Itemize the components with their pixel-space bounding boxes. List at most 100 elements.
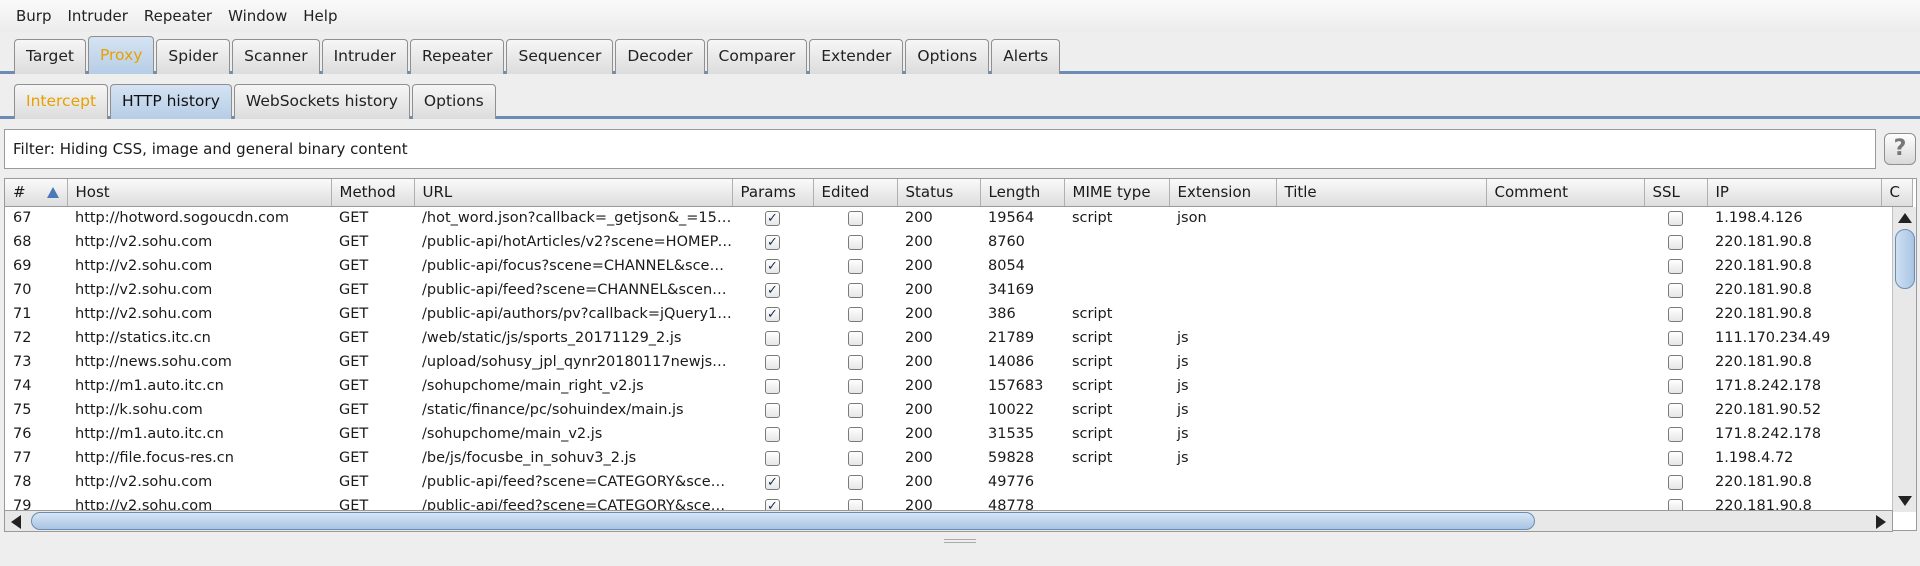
params-checkbox[interactable]: ✓ — [765, 306, 780, 322]
vertical-scroll-thumb[interactable] — [1895, 229, 1915, 289]
filter-bar[interactable]: Filter: Hiding CSS, image and general bi… — [4, 129, 1876, 169]
params-checkbox[interactable] — [765, 330, 780, 346]
ssl-checkbox[interactable] — [1668, 450, 1683, 466]
col-method[interactable]: Method — [331, 179, 415, 207]
table-row[interactable]: 72 http://statics.itc.cn GET/web/static/js… — [5, 326, 1912, 350]
scroll-left-icon[interactable] — [11, 515, 21, 529]
params-checkbox[interactable]: ✓ — [765, 210, 780, 226]
params-checkbox[interactable]: ✓ — [765, 474, 780, 490]
col-edited[interactable]: Edited — [813, 179, 898, 207]
tab-scanner[interactable]: Scanner — [232, 39, 320, 74]
params-checkbox[interactable]: ✓ — [765, 282, 780, 298]
menu-intruder[interactable]: Intruder — [60, 0, 136, 32]
col-cookies[interactable]: C — [1881, 179, 1913, 207]
col-ssl[interactable]: SSL — [1644, 179, 1708, 207]
edited-checkbox[interactable] — [847, 402, 863, 418]
table-row[interactable]: 69 http://v2.sohu.com GET/public-api/focus… — [5, 254, 1912, 278]
ssl-checkbox[interactable] — [1668, 474, 1683, 490]
scroll-right-icon[interactable] — [1876, 515, 1886, 529]
tab-proxy[interactable]: Proxy — [87, 36, 155, 74]
col-length[interactable]: Length — [980, 179, 1065, 207]
ssl-checkbox[interactable] — [1668, 402, 1683, 418]
edited-checkbox[interactable] — [847, 474, 863, 490]
horizontal-scroll-thumb[interactable] — [31, 512, 1535, 530]
subtab-options[interactable]: Options — [411, 84, 496, 119]
table-row[interactable]: 77 http://file.focus-res.cn GET/be/js/focu… — [5, 446, 1912, 470]
params-checkbox[interactable]: ✓ — [765, 234, 780, 250]
params-checkbox[interactable] — [765, 426, 780, 442]
edited-checkbox[interactable] — [847, 210, 863, 226]
ssl-checkbox[interactable] — [1668, 378, 1683, 394]
col-comment[interactable]: Comment — [1486, 179, 1645, 207]
table-row[interactable]: 70 http://v2.sohu.com GET/public-api/feed?… — [5, 278, 1912, 302]
table-row[interactable]: 78 http://v2.sohu.com GET/public-api/feed?… — [5, 470, 1912, 494]
params-checkbox[interactable] — [765, 450, 780, 466]
table-row[interactable]: 76 http://m1.auto.itc.cn GET/sohupchome/ma… — [5, 422, 1912, 446]
edited-checkbox[interactable] — [847, 330, 863, 346]
scroll-down-icon[interactable] — [1898, 496, 1912, 506]
edited-checkbox[interactable] — [847, 282, 863, 298]
tab-sequencer[interactable]: Sequencer — [506, 39, 614, 74]
params-checkbox[interactable] — [765, 378, 780, 394]
col-status[interactable]: Status — [897, 179, 981, 207]
edited-checkbox[interactable] — [847, 258, 863, 274]
col-params[interactable]: Params — [732, 179, 814, 207]
table-row[interactable]: 74 http://m1.auto.itc.cn GET/sohupchome/ma… — [5, 374, 1912, 398]
ssl-checkbox[interactable] — [1668, 258, 1683, 274]
row-edited — [813, 230, 897, 254]
menu-repeater[interactable]: Repeater — [136, 0, 220, 32]
tab-options[interactable]: Options — [905, 39, 990, 74]
row-comment — [1486, 350, 1644, 374]
col-ip[interactable]: IP — [1707, 179, 1882, 207]
edited-checkbox[interactable] — [847, 378, 863, 394]
table-row[interactable]: 68 http://v2.sohu.com GET/public-api/hotAr… — [5, 230, 1912, 254]
row-length: 386 — [988, 306, 1016, 322]
ssl-checkbox[interactable] — [1668, 330, 1683, 346]
tab-repeater[interactable]: Repeater — [410, 39, 505, 74]
ssl-checkbox[interactable] — [1668, 354, 1683, 370]
table-row[interactable]: 73 http://news.sohu.com GET/upload/sohusy_… — [5, 350, 1912, 374]
tab-target[interactable]: Target — [14, 39, 86, 74]
menu-help[interactable]: Help — [295, 0, 345, 32]
split-pane-divider[interactable] — [944, 539, 976, 543]
ssl-checkbox[interactable] — [1668, 282, 1683, 298]
col-host[interactable]: Host — [67, 179, 332, 207]
vertical-scrollbar[interactable] — [1892, 207, 1916, 512]
tab-alerts[interactable]: Alerts — [991, 39, 1061, 74]
col-mime-type[interactable]: MIME type — [1064, 179, 1170, 207]
tab-decoder[interactable]: Decoder — [615, 39, 705, 74]
col-title[interactable]: Title — [1276, 179, 1487, 207]
edited-checkbox[interactable] — [847, 306, 863, 322]
tab-intruder[interactable]: Intruder — [321, 39, 408, 74]
tab-spider[interactable]: Spider — [156, 39, 231, 74]
edited-checkbox[interactable] — [847, 354, 863, 370]
ssl-checkbox[interactable] — [1668, 306, 1683, 322]
subtab-http-history[interactable]: HTTP history — [110, 84, 232, 119]
params-checkbox[interactable] — [765, 402, 780, 418]
menu-window[interactable]: Window — [220, 0, 295, 32]
table-row[interactable]: 67 http://hotword.sogoucdn.com GET/hot_wor… — [5, 206, 1912, 230]
col-extension[interactable]: Extension — [1169, 179, 1277, 207]
scroll-up-icon[interactable] — [1898, 213, 1912, 223]
menu-burp[interactable]: Burp — [8, 0, 60, 32]
params-checkbox[interactable]: ✓ — [765, 258, 780, 274]
tab-comparer[interactable]: Comparer — [706, 39, 808, 74]
params-checkbox[interactable] — [765, 354, 780, 370]
col-url[interactable]: URL — [414, 179, 733, 207]
edited-checkbox[interactable] — [847, 450, 863, 466]
edited-checkbox[interactable] — [847, 426, 863, 442]
tab-extender[interactable]: Extender — [809, 39, 904, 74]
ssl-checkbox[interactable] — [1668, 210, 1683, 226]
ssl-checkbox[interactable] — [1668, 426, 1683, 442]
ssl-checkbox[interactable] — [1668, 234, 1683, 250]
table-row[interactable]: 71 http://v2.sohu.com GET/public-api/autho… — [5, 302, 1912, 326]
row-length: 59828 — [988, 450, 1035, 466]
subtab-intercept[interactable]: Intercept — [14, 84, 109, 119]
horizontal-scrollbar[interactable] — [4, 510, 1893, 532]
edited-checkbox[interactable] — [847, 234, 863, 250]
help-button[interactable]: ? — [1884, 133, 1916, 165]
table-row[interactable]: 75 http://k.sohu.com GET/static/finance/pc… — [5, 398, 1912, 422]
col-number[interactable]: # — [5, 179, 68, 207]
subtab-websockets-history[interactable]: WebSockets history — [233, 84, 410, 119]
row-extension: js — [1177, 402, 1189, 418]
